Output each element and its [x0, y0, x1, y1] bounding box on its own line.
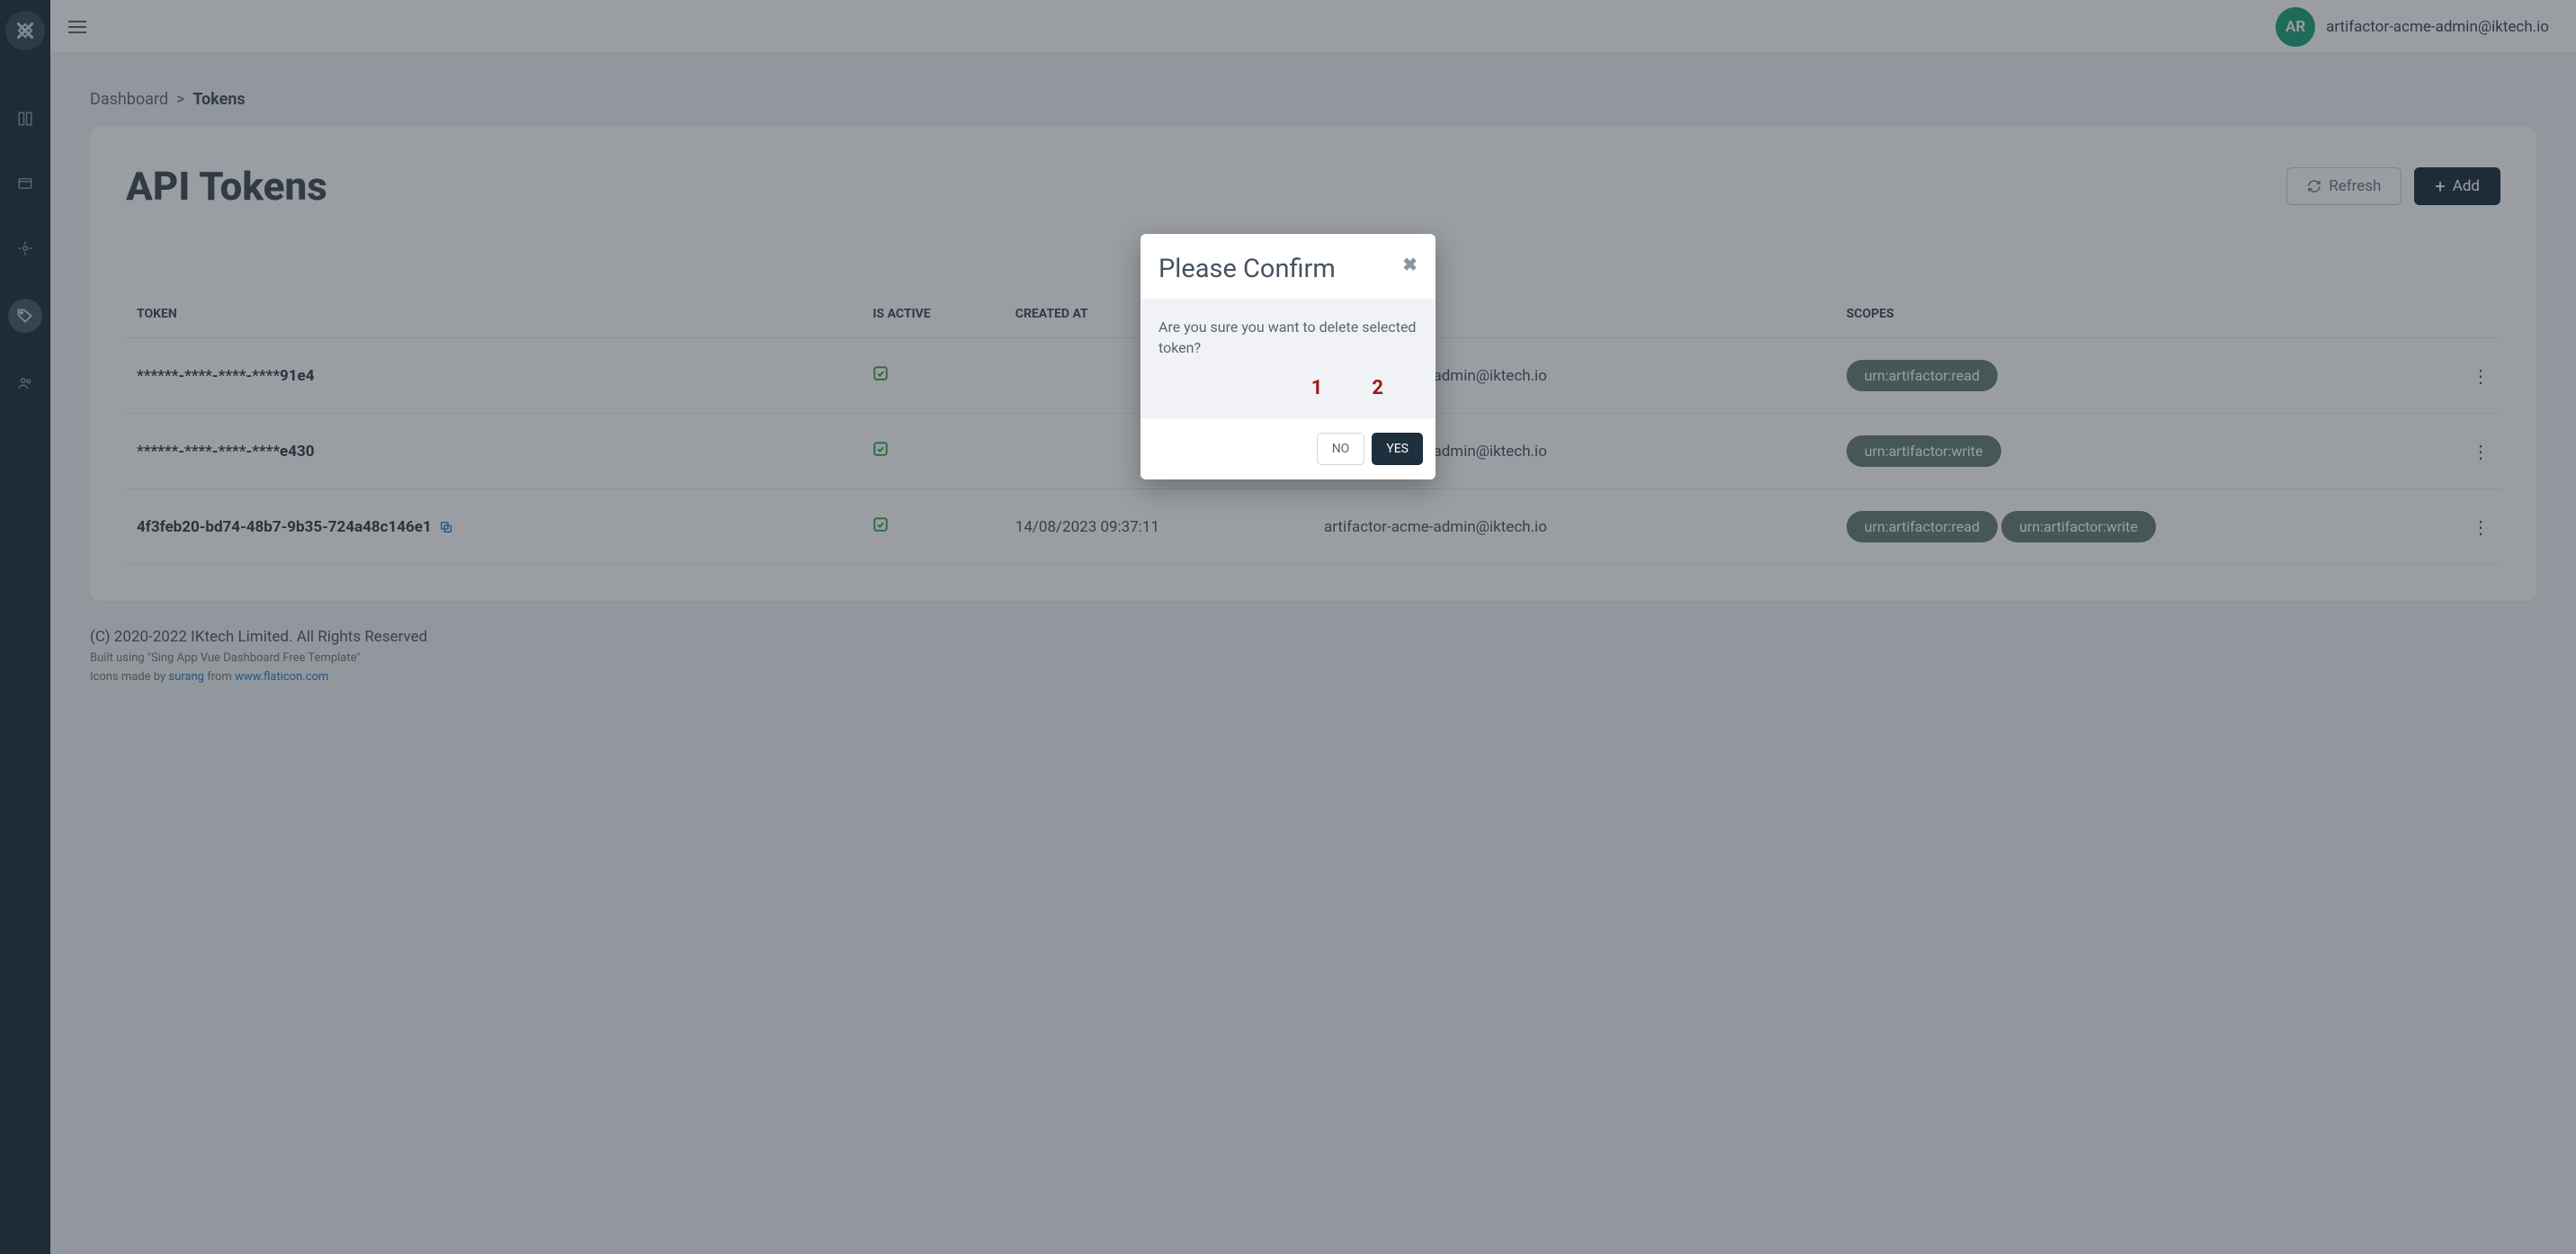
- modal-body-text: Are you sure you want to delete selected…: [1158, 317, 1418, 358]
- annotation-1: 1: [1311, 374, 1323, 403]
- annotation-2: 2: [1372, 374, 1383, 403]
- modal-no-button[interactable]: NO: [1317, 433, 1365, 465]
- modal-title: Please Confirm: [1158, 254, 1336, 284]
- confirm-modal: Please Confirm ✖ Are you sure you want t…: [1140, 234, 1436, 479]
- modal-overlay[interactable]: Please Confirm ✖ Are you sure you want t…: [0, 0, 2576, 1254]
- modal-yes-button[interactable]: YES: [1372, 433, 1423, 465]
- modal-close-icon[interactable]: ✖: [1402, 254, 1418, 275]
